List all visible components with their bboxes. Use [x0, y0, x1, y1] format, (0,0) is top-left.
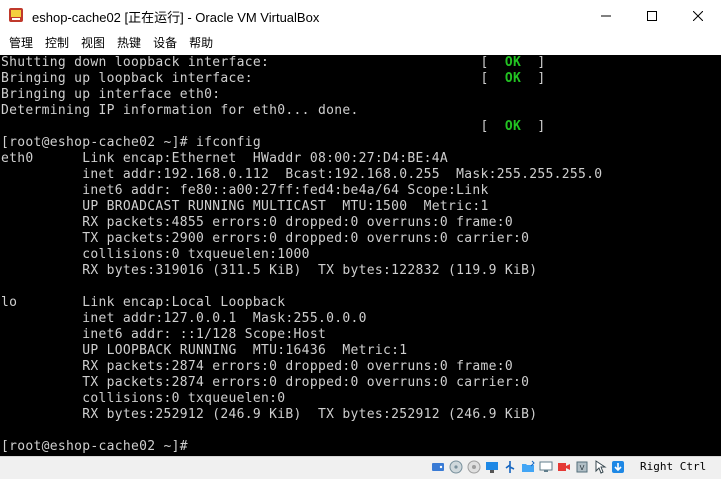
menu-item-help[interactable]: 帮助: [183, 31, 219, 55]
close-button[interactable]: [675, 0, 721, 31]
console-line: eth0 Link encap:Ethernet HWaddr 08:00:27…: [1, 151, 448, 166]
host-key-label[interactable]: Right Ctrl: [640, 460, 706, 473]
ok-status: OK: [504, 55, 522, 70]
console-line-text: RX packets:4855 errors:0 dropped:0 overr…: [1, 215, 513, 230]
keyboard-icon[interactable]: [610, 459, 626, 475]
cpu-icon[interactable]: V: [574, 459, 590, 475]
console-line: collisions:0 txqueuelen:0: [1, 391, 285, 406]
console-line: [root@eshop-cache02 ~]# ifconfig: [1, 135, 261, 150]
console-line-text: inet addr:192.168.0.112 Bcast:192.168.0.…: [1, 167, 603, 182]
console-line: UP LOOPBACK RUNNING MTU:16436 Metric:1: [1, 343, 407, 358]
console-line-text: RX bytes:252912 (246.9 KiB) TX bytes:252…: [1, 407, 538, 422]
console-output: Shutting down loopback interface: [ OK ]…: [0, 55, 721, 455]
console-line-text: inet6 addr: ::1/128 Scope:Host: [1, 327, 327, 342]
console-line: RX packets:4855 errors:0 dropped:0 overr…: [1, 215, 513, 230]
console-line-text: Bringing up loopback interface:: [1, 71, 253, 86]
console-line: Bringing up loopback interface: [ OK ]: [1, 71, 546, 86]
menu-item-view[interactable]: 视图: [75, 31, 111, 55]
console-line: lo Link encap:Local Loopback: [1, 295, 285, 310]
console-line-text: lo Link encap:Local Loopback: [1, 295, 286, 310]
mouse-integration-icon[interactable]: [592, 459, 608, 475]
console-line: collisions:0 txqueuelen:1000: [1, 247, 310, 262]
console-line-text: Shutting down loopback interface:: [1, 55, 270, 70]
console-line: [ OK ]: [1, 119, 546, 134]
console-line-text: [root@eshop-cache02 ~]#: [1, 439, 188, 454]
console-line: RX bytes:319016 (311.5 KiB) TX bytes:122…: [1, 263, 537, 278]
display-icon[interactable]: [538, 459, 554, 475]
minimize-icon: [601, 15, 611, 16]
svg-text:V: V: [580, 464, 585, 472]
console-line: TX packets:2874 errors:0 dropped:0 overr…: [1, 375, 529, 390]
vm-console-screen[interactable]: Shutting down loopback interface: [ OK ]…: [0, 55, 721, 456]
status-icons: V: [430, 459, 626, 475]
console-line-text: TX packets:2900 errors:0 dropped:0 overr…: [1, 231, 530, 246]
console-line-text: eth0 Link encap:Ethernet HWaddr 08:00:27…: [1, 151, 448, 166]
console-line: inet6 addr: fe80::a00:27ff:fed4:be4a/64 …: [1, 183, 489, 198]
console-line: TX packets:2900 errors:0 dropped:0 overr…: [1, 231, 529, 246]
ok-status: OK: [504, 71, 522, 86]
console-line: RX bytes:252912 (246.9 KiB) TX bytes:252…: [1, 407, 537, 422]
usb-icon[interactable]: [502, 459, 518, 475]
console-line-text: collisions:0 txqueuelen:1000: [1, 247, 310, 262]
minimize-button[interactable]: [583, 0, 629, 31]
shared-folder-icon[interactable]: [520, 459, 536, 475]
title-bar[interactable]: eshop-cache02 [正在运行] - Oracle VM Virtual…: [0, 0, 721, 31]
ok-status: OK: [504, 119, 522, 134]
menu-item-control[interactable]: 控制: [39, 31, 75, 55]
console-line: Determining IP information for eth0... d…: [1, 103, 359, 118]
console-line-text: [root@eshop-cache02 ~]# ifconfig: [1, 135, 262, 150]
console-line-text: UP BROADCAST RUNNING MULTICAST MTU:1500 …: [1, 199, 489, 214]
console-line: [root@eshop-cache02 ~]#: [1, 439, 188, 454]
console-line-text: Determining IP information for eth0... d…: [1, 103, 359, 118]
console-line-text: TX packets:2874 errors:0 dropped:0 overr…: [1, 375, 530, 390]
menu-item-manage[interactable]: 管理: [3, 31, 39, 55]
video-capture-icon[interactable]: [556, 459, 572, 475]
window-title: eshop-cache02 [正在运行] - Oracle VM Virtual…: [32, 10, 320, 25]
console-line-text: collisions:0 txqueuelen:0: [1, 391, 286, 406]
console-line-text: RX bytes:319016 (311.5 KiB) TX bytes:122…: [1, 263, 538, 278]
network-icon[interactable]: [484, 459, 500, 475]
close-icon: [693, 10, 703, 21]
audio-icon[interactable]: [466, 459, 482, 475]
console-line-text: Bringing up interface eth0:: [1, 87, 221, 102]
console-line: RX packets:2874 errors:0 dropped:0 overr…: [1, 359, 513, 374]
optical-drive-icon[interactable]: [448, 459, 464, 475]
console-line-text: UP LOOPBACK RUNNING MTU:16436 Metric:1: [1, 343, 408, 358]
virtualbox-window: eshop-cache02 [正在运行] - Oracle VM Virtual…: [0, 0, 721, 479]
console-line-text: inet addr:127.0.0.1 Mask:255.0.0.0: [1, 311, 367, 326]
menu-item-hotkey[interactable]: 热键: [111, 31, 147, 55]
console-line-text: RX packets:2874 errors:0 dropped:0 overr…: [1, 359, 513, 374]
console-line: inet addr:192.168.0.112 Bcast:192.168.0.…: [1, 167, 602, 182]
maximize-button[interactable]: [629, 0, 675, 31]
console-line: inet addr:127.0.0.1 Mask:255.0.0.0: [1, 311, 367, 326]
console-line-text: inet6 addr: fe80::a00:27ff:fed4:be4a/64 …: [1, 183, 489, 198]
console-line: inet6 addr: ::1/128 Scope:Host: [1, 327, 326, 342]
menu-item-devices[interactable]: 设备: [147, 31, 183, 55]
virtualbox-app-icon: [8, 7, 24, 23]
console-line: UP BROADCAST RUNNING MULTICAST MTU:1500 …: [1, 199, 489, 214]
console-line: Bringing up interface eth0:: [1, 87, 220, 102]
hard-disk-icon[interactable]: [430, 459, 446, 475]
menu-bar: 管理 控制 视图 热键 设备 帮助: [0, 31, 721, 55]
status-bar: V Right Ctrl: [0, 456, 721, 479]
console-line: Shutting down loopback interface: [ OK ]: [1, 55, 546, 70]
maximize-icon: [647, 10, 657, 21]
